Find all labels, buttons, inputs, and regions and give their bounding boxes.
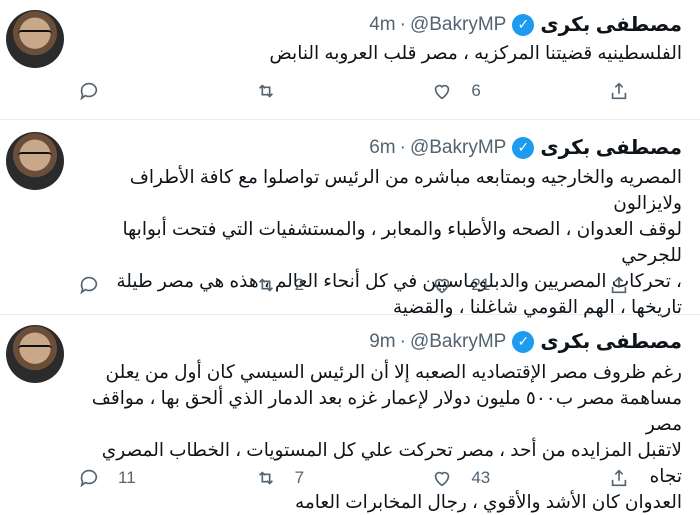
reply-button[interactable]: 11 — [78, 467, 168, 489]
separator-dot: · — [399, 330, 406, 352]
share-button[interactable] — [608, 80, 630, 102]
separator-dot: · — [399, 13, 406, 35]
share-icon — [611, 469, 627, 487]
reply-count: 11 — [118, 468, 136, 487]
retweet-icon — [258, 278, 273, 292]
verified-badge-icon: ✓ — [512, 330, 535, 353]
tweet-text-line: المصريه والخارجيه وبمتابعه مباشره من الر… — [129, 166, 682, 213]
verified-badge-icon: ✓ — [512, 13, 535, 36]
tweet-actions: 11 7 43 — [78, 467, 630, 489]
tweet-text: الفلسطينيه قضيتنا المركزيه ، مصر قلب الع… — [80, 40, 682, 66]
tweet[interactable]: 4m · @BakryMP ✓ مصطفى بكرى الفلسطينيه قض… — [0, 0, 700, 120]
tweet-text: المصريه والخارجيه وبمتابعه مباشره من الر… — [80, 164, 682, 320]
retweet-count: 7 — [294, 468, 305, 487]
tweet-time[interactable]: 9m — [369, 331, 395, 353]
user-name[interactable]: مصطفى بكرى — [540, 12, 682, 37]
share-icon — [611, 82, 627, 100]
reply-button[interactable] — [78, 80, 168, 102]
like-icon — [435, 278, 450, 294]
reply-icon — [80, 469, 98, 488]
like-count: 6 — [471, 81, 481, 100]
share-button[interactable] — [608, 274, 630, 296]
reply-icon — [80, 82, 98, 101]
reply-icon — [80, 276, 98, 295]
user-handle[interactable]: @BakryMP — [410, 14, 506, 36]
avatar[interactable] — [6, 10, 64, 68]
verified-badge-icon: ✓ — [512, 136, 535, 159]
avatar[interactable] — [6, 325, 64, 383]
tweet-text: رغم ظروف مصر الإقتصاديه الصعبه إلا أن ال… — [80, 359, 682, 515]
share-button[interactable] — [608, 467, 630, 489]
like-button[interactable]: 21 — [431, 274, 521, 296]
tweet-feed: 4m · @BakryMP ✓ مصطفى بكرى الفلسطينيه قض… — [0, 0, 700, 512]
retweet-icon — [258, 84, 273, 98]
reply-button[interactable] — [78, 274, 168, 296]
retweet-icon — [258, 471, 273, 485]
like-count: 21 — [471, 275, 491, 294]
avatar[interactable] — [6, 132, 64, 190]
separator-dot: · — [399, 136, 406, 158]
tweet-header: 9m · @BakryMP ✓ مصطفى بكرى — [369, 329, 682, 354]
like-icon — [435, 84, 450, 100]
like-button[interactable]: 43 — [431, 467, 521, 489]
tweet-header: 6m · @BakryMP ✓ مصطفى بكرى — [369, 135, 682, 160]
retweet-button[interactable]: 2 — [255, 274, 345, 296]
tweet-text-line: الفلسطينيه قضيتنا المركزيه ، مصر قلب الع… — [269, 42, 682, 63]
tweet-header: 4m · @BakryMP ✓ مصطفى بكرى — [369, 12, 682, 37]
retweet-count: 2 — [294, 275, 305, 294]
like-count: 43 — [471, 468, 491, 487]
tweet-text-line: لوقف العدوان ، الصحه والأطباء والمعابر ،… — [122, 218, 682, 265]
tweet[interactable]: 6m · @BakryMP ✓ مصطفى بكرى المصريه والخا… — [0, 120, 700, 317]
tweet-text-line: مساهمة مصر ب٥٠٠ مليون دولار لإعمار غزه ب… — [91, 387, 682, 434]
tweet-text-line: رغم ظروف مصر الإقتصاديه الصعبه إلا أن ال… — [105, 361, 682, 382]
tweet-time[interactable]: 6m — [369, 137, 395, 159]
retweet-button[interactable]: 7 — [255, 467, 345, 489]
user-handle[interactable]: @BakryMP — [410, 137, 506, 159]
like-icon — [435, 471, 450, 487]
tweet-actions: 2 21 — [78, 274, 630, 296]
tweet-actions: 6 — [78, 80, 630, 102]
retweet-button[interactable] — [255, 80, 345, 102]
tweet-time[interactable]: 4m — [369, 14, 395, 36]
share-icon — [611, 276, 627, 294]
tweet-text-line: العدوان كان الأشد والأقوي ، رجال المخابر… — [294, 491, 682, 512]
like-button[interactable]: 6 — [431, 80, 521, 102]
tweet[interactable]: 9m · @BakryMP ✓ مصطفى بكرى رغم ظروف مصر … — [0, 315, 700, 512]
user-name[interactable]: مصطفى بكرى — [540, 329, 682, 354]
user-name[interactable]: مصطفى بكرى — [540, 135, 682, 160]
user-handle[interactable]: @BakryMP — [410, 331, 506, 353]
